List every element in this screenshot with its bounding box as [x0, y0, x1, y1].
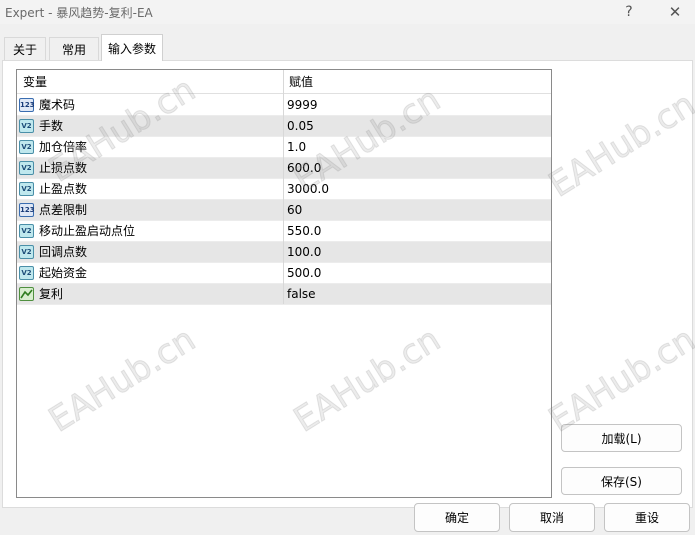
parameter-name: 起始资金: [39, 266, 88, 280]
double-icon: V2: [19, 224, 34, 238]
table-row[interactable]: V2 止损点数 600.0: [17, 158, 551, 179]
load-button[interactable]: 加载(L): [561, 424, 682, 452]
parameter-value[interactable]: 500.0: [287, 263, 321, 284]
reset-button[interactable]: 重设: [604, 503, 690, 532]
parameter-name: 移动止盈启动点位: [39, 224, 136, 238]
table-row[interactable]: V2 起始资金 500.0: [17, 263, 551, 284]
parameters-grid[interactable]: 变量 赋值 123 魔术码 9999 V2 手数 0.05 V2 加仓倍率 1.0 V2 止损点数 6…: [16, 69, 552, 498]
window-title: Expert - 暴风趋势-复利-EA: [5, 6, 153, 20]
parameter-name: 点差限制: [39, 203, 88, 217]
parameter-name: 止损点数: [39, 161, 88, 175]
parameter-value[interactable]: 1.0: [287, 137, 306, 158]
table-row[interactable]: V2 回调点数 100.0: [17, 242, 551, 263]
table-row[interactable]: V2 止盈点数 3000.0: [17, 179, 551, 200]
table-row[interactable]: V2 加仓倍率 1.0: [17, 137, 551, 158]
parameter-value[interactable]: 60: [287, 200, 302, 221]
double-icon: V2: [19, 119, 34, 133]
parameter-name: 复利: [39, 287, 64, 301]
parameter-value[interactable]: 600.0: [287, 158, 321, 179]
double-icon: V2: [19, 245, 34, 259]
double-icon: V2: [19, 182, 34, 196]
cancel-button[interactable]: 取消: [509, 503, 595, 532]
table-row[interactable]: V2 移动止盈启动点位 550.0: [17, 221, 551, 242]
parameter-name: 回调点数: [39, 245, 88, 259]
save-button[interactable]: 保存(S): [561, 467, 682, 495]
bool-icon: [19, 287, 34, 301]
table-row[interactable]: V2 手数 0.05: [17, 116, 551, 137]
parameter-value[interactable]: 550.0: [287, 221, 321, 242]
parameter-name: 止盈点数: [39, 182, 88, 196]
double-icon: V2: [19, 161, 34, 175]
double-icon: V2: [19, 266, 34, 280]
double-icon: V2: [19, 140, 34, 154]
parameter-value[interactable]: 9999: [287, 95, 318, 116]
column-header-value[interactable]: 赋值: [289, 70, 313, 94]
parameter-value[interactable]: 3000.0: [287, 179, 329, 200]
column-header-variable[interactable]: 变量: [23, 70, 47, 94]
int-icon: 123: [19, 203, 35, 217]
parameter-value[interactable]: 0.05: [287, 116, 314, 137]
tab-about[interactable]: 关于: [4, 37, 46, 60]
int-icon: 123: [19, 98, 35, 112]
parameter-name: 加仓倍率: [39, 140, 88, 154]
grid-header: 变量 赋值: [17, 70, 551, 94]
column-separator[interactable]: [283, 70, 284, 304]
parameter-value[interactable]: false: [287, 284, 316, 305]
table-row[interactable]: 123 点差限制 60: [17, 200, 551, 221]
tab-inputs[interactable]: 输入参数: [101, 34, 163, 61]
parameter-name: 魔术码: [39, 98, 76, 112]
tab-common[interactable]: 常用: [49, 37, 99, 60]
close-button[interactable]: ✕: [658, 1, 692, 23]
table-row[interactable]: 复利 false: [17, 284, 551, 305]
parameter-value[interactable]: 100.0: [287, 242, 321, 263]
ok-button[interactable]: 确定: [414, 503, 500, 532]
parameter-name: 手数: [39, 119, 64, 133]
title-bar: Expert - 暴风趋势-复利-EA ? ✕: [0, 0, 695, 24]
table-row[interactable]: 123 魔术码 9999: [17, 95, 551, 116]
help-button[interactable]: ?: [612, 1, 646, 23]
